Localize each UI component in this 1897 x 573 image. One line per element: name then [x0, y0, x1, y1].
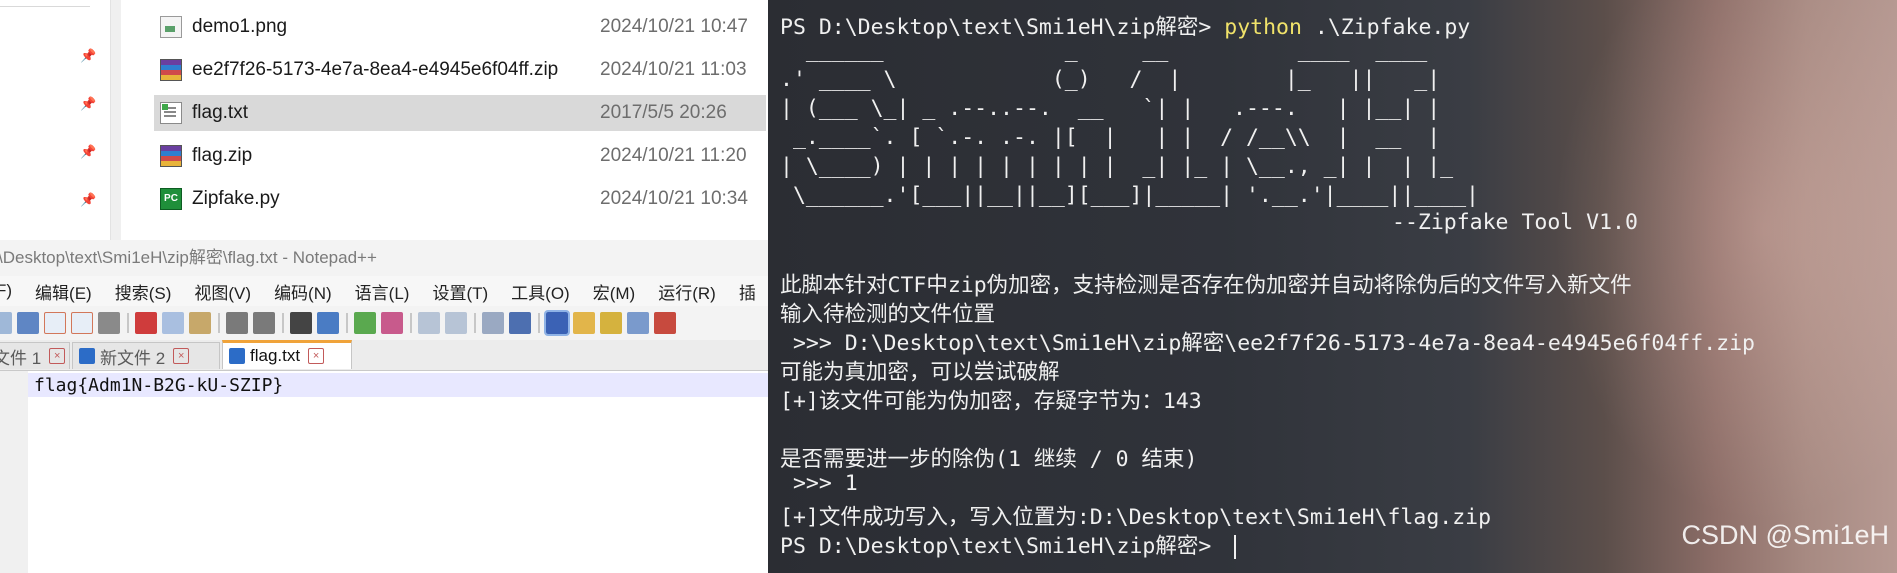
zip-archive-icon — [160, 59, 182, 81]
file-row[interactable]: demo1.png 2024/10/21 10:47 — [154, 9, 766, 45]
toolbar-separator — [410, 313, 412, 333]
sync-horizontal-icon[interactable] — [445, 312, 467, 334]
find-icon[interactable] — [290, 312, 312, 334]
save-icon[interactable] — [0, 312, 12, 334]
menu-run[interactable]: 运行(R) — [658, 279, 716, 304]
file-explorer: 📌 📌 📌 📌 demo1.png 2024/10/21 10:47 ee2f7… — [0, 0, 768, 240]
pin-icon[interactable]: 📌 — [80, 192, 96, 208]
tab-label: 文件 1 — [0, 348, 42, 368]
menu-bar: F) 编辑(E) 搜索(S) 视图(V) 编码(N) 语言(L) 设置(T) 工… — [0, 276, 768, 306]
function-list-icon[interactable] — [627, 312, 649, 334]
editor-area[interactable]: flag{Adm1N-B2G-kU-SZIP} — [0, 371, 768, 573]
menu-tools[interactable]: 工具(O) — [511, 279, 570, 304]
window-title: \Desktop\text\Smi1eH\zip解密\flag.txt - No… — [0, 248, 377, 267]
close-tab-icon[interactable]: × — [308, 348, 325, 364]
file-list: demo1.png 2024/10/21 10:47 ee2f7f26-5173… — [120, 0, 768, 240]
file-date: 2024/10/21 10:47 — [600, 16, 748, 37]
sync-vertical-icon[interactable] — [418, 312, 440, 334]
tab-label: flag.txt — [250, 346, 301, 365]
show-all-chars-icon[interactable] — [509, 312, 531, 334]
file-date: 2024/10/21 11:20 — [600, 145, 747, 166]
input-prompt-line: 输入待检测的文件位置 — [780, 302, 996, 327]
powershell-terminal[interactable]: PS D:\Desktop\text\Smi1eH\zip解密> python … — [768, 0, 1897, 573]
doc-map-icon[interactable] — [600, 312, 622, 334]
menu-language[interactable]: 语言(L) — [355, 279, 410, 304]
tab-new-file-2[interactable]: 新文件 2 × — [72, 342, 220, 369]
save-all-icon[interactable] — [17, 312, 39, 334]
word-wrap-icon[interactable] — [482, 312, 504, 334]
folder-as-workspace-icon[interactable] — [654, 312, 676, 334]
input-path-line: >>> D:\Desktop\text\Smi1eH\zip解密\ee2f7f2… — [780, 331, 1755, 356]
png-file-icon — [160, 16, 182, 38]
window-title-bar[interactable]: \Desktop\text\Smi1eH\zip解密\flag.txt - No… — [0, 240, 768, 276]
tab-flag-txt[interactable]: flag.txt × — [222, 340, 352, 369]
save-icon — [229, 348, 245, 364]
toolbar — [0, 306, 768, 341]
tab-bar: 文件 1 × 新文件 2 × flag.txt × — [0, 340, 768, 371]
zip-archive-icon — [160, 145, 182, 167]
editor-content[interactable]: flag{Adm1N-B2G-kU-SZIP} — [34, 375, 283, 396]
nav-divider-line — [0, 6, 90, 7]
menu-search[interactable]: 搜索(S) — [115, 279, 172, 304]
toolbar-separator — [127, 313, 129, 333]
language-udl-icon[interactable] — [573, 312, 595, 334]
paste-icon[interactable] — [189, 312, 211, 334]
tab-label: 新文件 2 — [100, 348, 166, 368]
menu-macro[interactable]: 宏(M) — [593, 279, 635, 304]
close-all-icon[interactable] — [71, 312, 93, 334]
pin-icon[interactable]: 📌 — [80, 96, 96, 112]
description-line: 此脚本针对CTF中zip伪加密，支持检测是否存在伪加密并自动将除伪后的文件写入新… — [780, 273, 1632, 298]
watermark: CSDN @Smi1eH — [1681, 520, 1889, 550]
toolbar-separator — [474, 313, 476, 333]
pin-icon[interactable]: 📌 — [80, 48, 96, 64]
file-row-selected[interactable]: flag.txt 2017/5/5 20:26 — [154, 95, 766, 131]
menu-plugins[interactable]: 插 — [739, 279, 756, 304]
zoom-in-icon[interactable] — [354, 312, 376, 334]
toolbar-separator — [346, 313, 348, 333]
replace-icon[interactable] — [317, 312, 339, 334]
tool-version: --Zipfake Tool V1.0 — [1392, 210, 1638, 235]
continue-prompt-line: 是否需要进一步的除伪(1 继续 / 0 结束) — [780, 447, 1198, 472]
redo-icon[interactable] — [253, 312, 275, 334]
tab-file-1[interactable]: 文件 1 × — [0, 342, 70, 369]
file-date: 2017/5/5 20:26 — [600, 102, 727, 123]
continue-answer-line: >>> 1 — [780, 471, 858, 496]
toolbar-separator — [218, 313, 220, 333]
pin-icon[interactable]: 📌 — [80, 144, 96, 160]
file-date: 2024/10/21 10:34 — [600, 188, 748, 209]
prompt: PS D:\Desktop\text\Smi1eH\zip解密> — [780, 534, 1225, 559]
menu-encoding[interactable]: 编码(N) — [274, 279, 332, 304]
navigation-pane: 📌 📌 📌 📌 — [0, 0, 112, 240]
file-row[interactable]: flag.zip 2024/10/21 11:20 — [154, 138, 766, 174]
line-number-gutter — [0, 371, 28, 573]
zoom-out-icon[interactable] — [381, 312, 403, 334]
save-icon — [79, 348, 95, 364]
text-file-icon — [160, 102, 182, 124]
menu-view[interactable]: 视图(V) — [194, 279, 251, 304]
current-prompt-line[interactable]: PS D:\Desktop\text\Smi1eH\zip解密> — [780, 529, 1237, 560]
undo-icon[interactable] — [226, 312, 248, 334]
cut-icon[interactable] — [135, 312, 157, 334]
file-row[interactable]: PC Zipfake.py 2024/10/21 10:34 — [154, 181, 766, 217]
indent-guide-icon[interactable] — [544, 310, 570, 336]
toolbar-separator — [538, 313, 540, 333]
menu-edit[interactable]: 编辑(E) — [35, 279, 92, 304]
file-date: 2024/10/21 11:03 — [600, 59, 747, 80]
notepad-plus-plus-window: \Desktop\text\Smi1eH\zip解密\flag.txt - No… — [0, 240, 768, 573]
success-line: [+]文件成功写入，写入位置为:D:\Desktop\text\Smi1eH\f… — [780, 505, 1492, 530]
ascii-art-banner: ______ _ __ ____ ____ .' ____ \ (_) / | … — [780, 38, 1479, 208]
text-cursor — [1234, 535, 1237, 559]
print-icon[interactable] — [98, 312, 120, 334]
file-row[interactable]: ee2f7f26-5173-4e7a-8ea4-e4945e6f04ff.zip… — [154, 52, 766, 88]
close-tab-icon[interactable]: × — [173, 348, 190, 364]
copy-icon[interactable] — [162, 312, 184, 334]
toolbar-separator — [282, 313, 284, 333]
real-encryption-line: 可能为真加密，可以尝试破解 — [780, 360, 1060, 385]
suspicious-byte-line: [+]该文件可能为伪加密，存疑字节为：143 — [780, 389, 1202, 414]
close-tab-icon[interactable]: × — [49, 348, 66, 364]
close-file-icon[interactable] — [44, 312, 66, 334]
python-file-icon: PC — [160, 188, 182, 210]
menu-settings[interactable]: 设置(T) — [432, 279, 488, 304]
menu-file[interactable]: F) — [0, 281, 12, 301]
